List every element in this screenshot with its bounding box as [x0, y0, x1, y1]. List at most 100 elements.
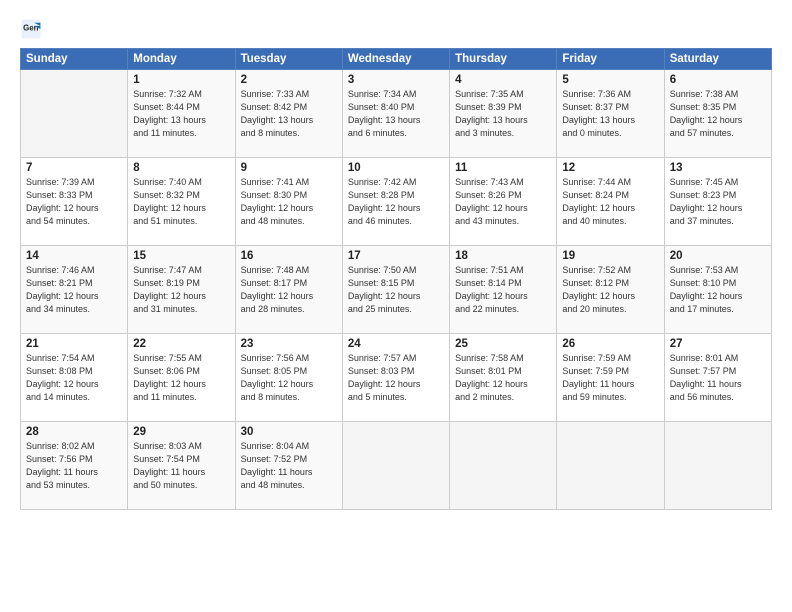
day-number: 24 — [348, 338, 444, 350]
cell-info: Sunrise: 7:42 AM Sunset: 8:28 PM Dayligh… — [348, 176, 444, 228]
cell-info: Sunrise: 7:39 AM Sunset: 8:33 PM Dayligh… — [26, 176, 122, 228]
cell-info: Sunrise: 7:59 AM Sunset: 7:59 PM Dayligh… — [562, 352, 658, 404]
cell-info: Sunrise: 7:57 AM Sunset: 8:03 PM Dayligh… — [348, 352, 444, 404]
day-number: 13 — [670, 162, 766, 174]
calendar-cell: 14Sunrise: 7:46 AM Sunset: 8:21 PM Dayli… — [21, 246, 128, 334]
day-number: 20 — [670, 250, 766, 262]
cell-info: Sunrise: 7:32 AM Sunset: 8:44 PM Dayligh… — [133, 88, 229, 140]
day-number: 28 — [26, 426, 122, 438]
calendar-cell: 25 Sunrise: 7:58 AM Sunset: 8:01 PM Dayli… — [450, 334, 557, 422]
svg-text:Gen: Gen — [23, 24, 38, 33]
weekday-header-monday: Monday — [128, 49, 235, 70]
day-number: 16 — [241, 250, 337, 262]
weekday-header-saturday: Saturday — [664, 49, 771, 70]
cell-info: Sunrise: 8:03 AM Sunset: 7:54 PM Dayligh… — [133, 440, 229, 492]
day-number: 5 — [562, 74, 658, 86]
calendar-cell: 16 Sunrise: 7:48 AM Sunset: 8:17 PM Dayli… — [235, 246, 342, 334]
day-number: 22 — [133, 338, 229, 350]
calendar-cell: 13 Sunrise: 7:45 AM Sunset: 8:23 PM Dayli… — [664, 158, 771, 246]
day-number: 15 — [133, 250, 229, 262]
day-number: 9 — [241, 162, 337, 174]
weekday-header-thursday: Thursday — [450, 49, 557, 70]
calendar-cell: 4 Sunrise: 7:35 AM Sunset: 8:39 PM Daylig… — [450, 70, 557, 158]
calendar-cell: 1 Sunrise: 7:32 AM Sunset: 8:44 PM Daylig… — [128, 70, 235, 158]
calendar-cell: 21 Sunrise: 7:54 AM Sunset: 8:08 PM Dayli… — [21, 334, 128, 422]
cell-info: Sunrise: 7:54 AM Sunset: 8:08 PM Dayligh… — [26, 352, 122, 404]
cell-info: Sunrise: 7:46 AM Sunset: 8:21 PM Dayligh… — [26, 264, 122, 316]
day-number: 21 — [26, 338, 122, 350]
cell-info: Sunrise: 7:50 AM Sunset: 8:15 PM Dayligh… — [348, 264, 444, 316]
cell-info: Sunrise: 7:45 AM Sunset: 8:23 PM Dayligh… — [670, 176, 766, 228]
calendar-cell: 15 Sunrise: 7:47 AM Sunset: 8:19 PM Dayli… — [128, 246, 235, 334]
calendar-cell: 12 Sunrise: 7:44 AM Sunset: 8:24 PM Dayli… — [557, 158, 664, 246]
day-number: 3 — [348, 74, 444, 86]
calendar-cell: 23 Sunrise: 7:56 AM Sunset: 8:05 PM Dayli… — [235, 334, 342, 422]
calendar-cell: 7 Sunrise: 7:39 AM Sunset: 8:33 PM Daylig… — [21, 158, 128, 246]
cell-info: Sunrise: 7:56 AM Sunset: 8:05 PM Dayligh… — [241, 352, 337, 404]
day-number: 27 — [670, 338, 766, 350]
day-number: 12 — [562, 162, 658, 174]
cell-info: Sunrise: 7:44 AM Sunset: 8:24 PM Dayligh… — [562, 176, 658, 228]
cell-info: Sunrise: 7:35 AM Sunset: 8:39 PM Dayligh… — [455, 88, 551, 140]
cell-info: Sunrise: 7:33 AM Sunset: 8:42 PM Dayligh… — [241, 88, 337, 140]
calendar-cell: 29 Sunrise: 8:03 AM Sunset: 7:54 PM Dayli… — [128, 422, 235, 510]
day-number: 19 — [562, 250, 658, 262]
calendar-cell — [342, 422, 449, 510]
cell-info: Sunrise: 7:51 AM Sunset: 8:14 PM Dayligh… — [455, 264, 551, 316]
cell-info: Sunrise: 8:01 AM Sunset: 7:57 PM Dayligh… — [670, 352, 766, 404]
day-number: 23 — [241, 338, 337, 350]
day-number: 25 — [455, 338, 551, 350]
cell-info: Sunrise: 7:48 AM Sunset: 8:17 PM Dayligh… — [241, 264, 337, 316]
day-number: 18 — [455, 250, 551, 262]
cell-info: Sunrise: 7:55 AM Sunset: 8:06 PM Dayligh… — [133, 352, 229, 404]
cell-info: Sunrise: 7:47 AM Sunset: 8:19 PM Dayligh… — [133, 264, 229, 316]
calendar-cell — [557, 422, 664, 510]
cell-info: Sunrise: 8:02 AM Sunset: 7:56 PM Dayligh… — [26, 440, 122, 492]
calendar-cell — [450, 422, 557, 510]
cell-info: Sunrise: 7:38 AM Sunset: 8:35 PM Dayligh… — [670, 88, 766, 140]
calendar-cell: 3 Sunrise: 7:34 AM Sunset: 8:40 PM Daylig… — [342, 70, 449, 158]
calendar-cell: 24 Sunrise: 7:57 AM Sunset: 8:03 PM Dayli… — [342, 334, 449, 422]
calendar-cell — [664, 422, 771, 510]
cell-info: Sunrise: 7:40 AM Sunset: 8:32 PM Dayligh… — [133, 176, 229, 228]
calendar-cell: 18 Sunrise: 7:51 AM Sunset: 8:14 PM Dayli… — [450, 246, 557, 334]
calendar-cell: 30 Sunrise: 8:04 AM Sunset: 7:52 PM Dayli… — [235, 422, 342, 510]
day-number: 26 — [562, 338, 658, 350]
cell-info: Sunrise: 7:52 AM Sunset: 8:12 PM Dayligh… — [562, 264, 658, 316]
weekday-header-tuesday: Tuesday — [235, 49, 342, 70]
day-number: 2 — [241, 74, 337, 86]
day-number: 30 — [241, 426, 337, 438]
calendar: SundayMondayTuesdayWednesdayThursdayFrid… — [20, 48, 772, 510]
day-number: 29 — [133, 426, 229, 438]
cell-info: Sunrise: 7:43 AM Sunset: 8:26 PM Dayligh… — [455, 176, 551, 228]
day-number: 6 — [670, 74, 766, 86]
calendar-cell: 17 Sunrise: 7:50 AM Sunset: 8:15 PM Dayli… — [342, 246, 449, 334]
calendar-cell: 11Sunrise: 7:43 AM Sunset: 8:26 PM Dayli… — [450, 158, 557, 246]
calendar-cell: 28 Sunrise: 8:02 AM Sunset: 7:56 PM Dayli… — [21, 422, 128, 510]
day-number: 4 — [455, 74, 551, 86]
cell-info: Sunrise: 7:41 AM Sunset: 8:30 PM Dayligh… — [241, 176, 337, 228]
calendar-cell: 2 Sunrise: 7:33 AM Sunset: 8:42 PM Daylig… — [235, 70, 342, 158]
day-number: 17 — [348, 250, 444, 262]
day-number: 8 — [133, 162, 229, 174]
calendar-cell: 22 Sunrise: 7:55 AM Sunset: 8:06 PM Dayli… — [128, 334, 235, 422]
calendar-cell: 26 Sunrise: 7:59 AM Sunset: 7:59 PM Dayli… — [557, 334, 664, 422]
day-number: 1 — [133, 74, 229, 86]
day-number: 7 — [26, 162, 122, 174]
calendar-cell: 5 Sunrise: 7:36 AM Sunset: 8:37 PM Daylig… — [557, 70, 664, 158]
cell-info: Sunrise: 8:04 AM Sunset: 7:52 PM Dayligh… — [241, 440, 337, 492]
calendar-cell: 20 Sunrise: 7:53 AM Sunset: 8:10 PM Dayli… — [664, 246, 771, 334]
calendar-cell: 10Sunrise: 7:42 AM Sunset: 8:28 PM Dayli… — [342, 158, 449, 246]
calendar-cell — [21, 70, 128, 158]
weekday-header-sunday: Sunday — [21, 49, 128, 70]
cell-info: Sunrise: 7:34 AM Sunset: 8:40 PM Dayligh… — [348, 88, 444, 140]
calendar-cell: 9 Sunrise: 7:41 AM Sunset: 8:30 PM Daylig… — [235, 158, 342, 246]
calendar-cell: 8 Sunrise: 7:40 AM Sunset: 8:32 PM Daylig… — [128, 158, 235, 246]
cell-info: Sunrise: 7:53 AM Sunset: 8:10 PM Dayligh… — [670, 264, 766, 316]
logo: Gen — [20, 18, 44, 42]
calendar-cell: 19 Sunrise: 7:52 AM Sunset: 8:12 PM Dayli… — [557, 246, 664, 334]
weekday-header-friday: Friday — [557, 49, 664, 70]
calendar-cell: 6 Sunrise: 7:38 AM Sunset: 8:35 PM Daylig… — [664, 70, 771, 158]
cell-info: Sunrise: 7:58 AM Sunset: 8:01 PM Dayligh… — [455, 352, 551, 404]
cell-info: Sunrise: 7:36 AM Sunset: 8:37 PM Dayligh… — [562, 88, 658, 140]
